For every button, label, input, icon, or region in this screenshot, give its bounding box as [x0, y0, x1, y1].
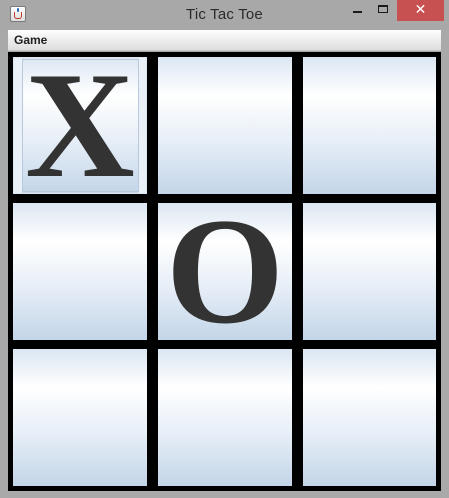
- minimize-icon: [353, 11, 362, 13]
- cell-mark: [303, 349, 436, 486]
- board-cell-2[interactable]: [158, 57, 292, 194]
- maximize-button[interactable]: [370, 0, 396, 21]
- maximize-icon: [378, 5, 388, 13]
- board-cell-6[interactable]: [303, 203, 436, 340]
- cell-mark: [303, 57, 436, 194]
- app-window: Tic Tac Toe ✕ Game X O: [0, 0, 449, 498]
- cell-mark: [158, 57, 292, 194]
- cell-mark: [158, 349, 292, 486]
- board-cell-3[interactable]: [303, 57, 436, 194]
- board-cell-7[interactable]: [13, 349, 147, 486]
- close-button[interactable]: ✕: [397, 0, 444, 21]
- board-cell-9[interactable]: [303, 349, 436, 486]
- close-icon: ✕: [414, 2, 427, 18]
- menu-game[interactable]: Game: [14, 33, 47, 47]
- menu-bar: Game: [8, 30, 441, 51]
- cell-mark: [13, 349, 147, 486]
- cell-mark: [13, 203, 147, 340]
- board-cell-8[interactable]: [158, 349, 292, 486]
- cell-mark: [303, 203, 436, 340]
- title-bar[interactable]: Tic Tac Toe ✕: [0, 0, 449, 30]
- minimize-button[interactable]: [345, 0, 370, 21]
- cell-mark: O: [165, 203, 285, 340]
- board-cell-5[interactable]: O: [158, 203, 292, 340]
- game-board: X O: [8, 52, 441, 491]
- cell-mark: X: [25, 57, 135, 194]
- board-cell-1[interactable]: X: [13, 57, 147, 194]
- board-cell-4[interactable]: [13, 203, 147, 340]
